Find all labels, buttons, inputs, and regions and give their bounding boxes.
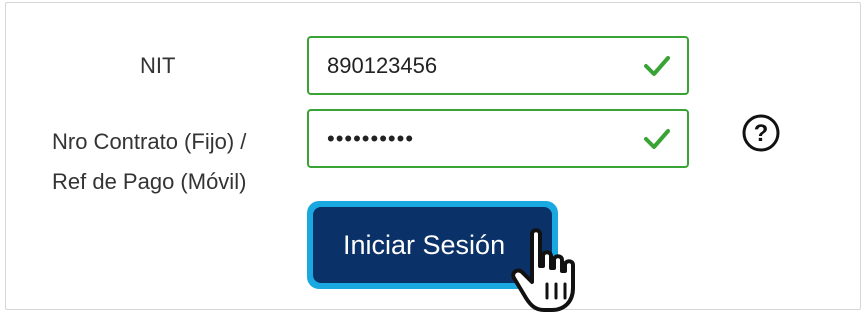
contract-input[interactable] (327, 111, 627, 166)
contract-label: Nro Contrato (Fijo) / Ref de Pago (Móvil… (52, 124, 292, 200)
nit-input[interactable] (327, 38, 627, 93)
check-icon (644, 56, 670, 76)
nit-field[interactable] (307, 36, 689, 95)
contract-field[interactable] (307, 109, 689, 168)
hand-pointer-icon (511, 228, 575, 312)
contract-label-line2: Ref de Pago (Móvil) (52, 169, 247, 194)
svg-text:?: ? (754, 120, 769, 147)
nit-label: NIT (140, 53, 176, 78)
check-icon (644, 129, 670, 149)
question-circle-icon[interactable]: ? (742, 114, 780, 152)
contract-label-line1: Nro Contrato (Fijo) / (52, 129, 247, 154)
